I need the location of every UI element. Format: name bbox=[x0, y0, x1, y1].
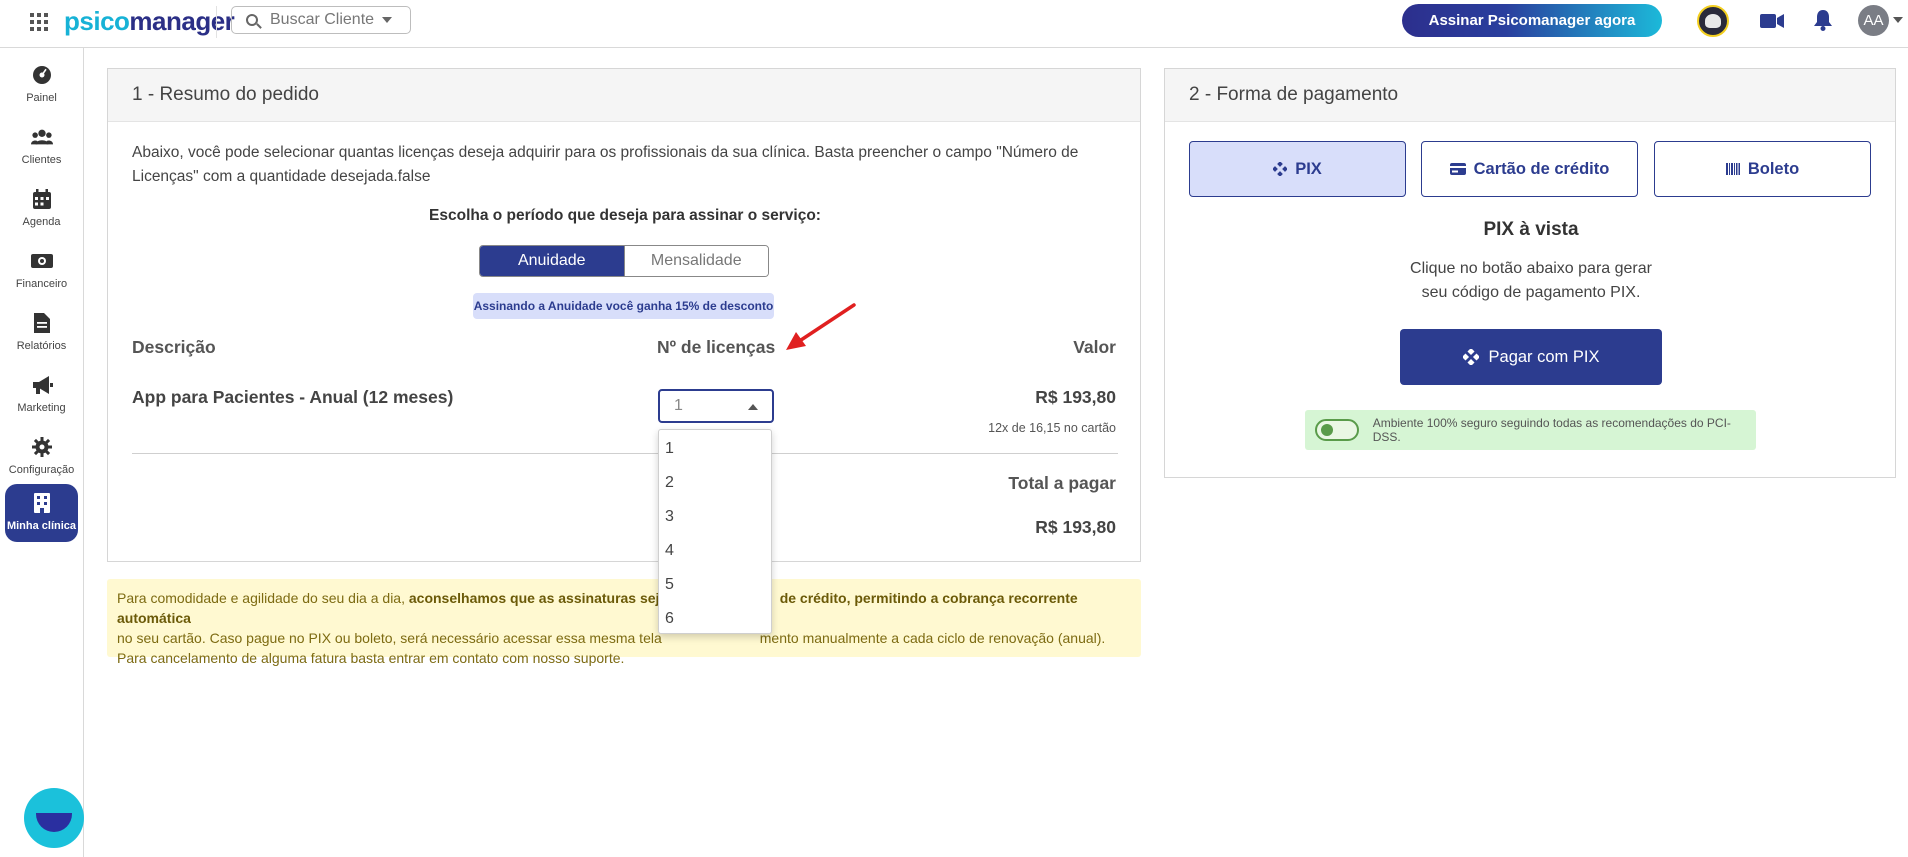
column-header-value: Valor bbox=[1073, 337, 1116, 357]
dropdown-option[interactable]: 4 bbox=[659, 534, 771, 568]
intro-text: Abaixo, você pode selecionar quantas lic… bbox=[132, 144, 1079, 185]
payment-method-panel: 2 - Forma de pagamento PIX Cartão de cré… bbox=[1164, 68, 1896, 478]
column-header-description: Descrição bbox=[132, 337, 216, 357]
sidebar-item-label: Marketing bbox=[17, 402, 66, 414]
dropdown-option[interactable]: 6 bbox=[659, 602, 771, 636]
column-header-licenses: Nº de licenças bbox=[657, 337, 776, 357]
chat-support-icon[interactable] bbox=[24, 788, 84, 848]
item-description: App para Pacientes - Anual (12 meses) bbox=[132, 387, 454, 407]
divider bbox=[216, 6, 217, 38]
payment-method-pix-button[interactable]: PIX bbox=[1189, 141, 1406, 197]
notice-bold-text: aconselhamos que as assinaturas sejam bbox=[408, 590, 680, 606]
users-icon bbox=[30, 126, 53, 148]
subscribe-button[interactable]: Assinar Psicomanager agora bbox=[1402, 4, 1662, 37]
recurring-billing-notice: Para comodidade e agilidade do seu dia a… bbox=[107, 579, 1141, 666]
pix-description: Clique no botão abaixo para gerar seu có… bbox=[1165, 257, 1897, 305]
payment-method-boleto-button[interactable]: Boleto bbox=[1654, 141, 1871, 197]
astronaut-avatar-icon[interactable] bbox=[1697, 5, 1729, 37]
dropdown-option[interactable]: 2 bbox=[659, 466, 771, 500]
megaphone-icon bbox=[31, 374, 53, 396]
secure-environment-note: Ambiente 100% seguro seguindo todas as r… bbox=[1305, 410, 1756, 450]
pix-title: PIX à vista bbox=[1483, 219, 1579, 240]
building-icon bbox=[31, 492, 53, 514]
licenses-select[interactable]: 1 bbox=[658, 389, 774, 423]
payment-method-label: PIX bbox=[1295, 159, 1322, 178]
pix-icon bbox=[1462, 349, 1479, 365]
notice-text: mento manualmente a cada ciclo de renova… bbox=[759, 630, 1106, 646]
period-question: Escolha o período que deseja para assina… bbox=[429, 207, 821, 224]
credit-card-icon bbox=[1449, 163, 1466, 175]
sidebar-item-marketing[interactable]: Marketing bbox=[5, 366, 78, 422]
sidebar-item-label: Relatórios bbox=[16, 340, 67, 352]
sidebar-item-label: Clientes bbox=[21, 154, 62, 166]
payment-method-card-button[interactable]: Cartão de crédito bbox=[1421, 141, 1638, 197]
panel-title: 2 - Forma de pagamento bbox=[1165, 69, 1895, 122]
pix-description-line: seu código de pagamento PIX. bbox=[1421, 284, 1641, 301]
notice-text: no seu cartão. Caso pague no PIX ou bole… bbox=[117, 630, 662, 646]
total-value: R$ 193,80 bbox=[1035, 517, 1116, 537]
dropdown-option[interactable]: 3 bbox=[659, 500, 771, 534]
sidebar-item-minha-clinica[interactable]: Minha clínica bbox=[5, 484, 78, 542]
calendar-icon bbox=[31, 188, 53, 210]
pay-with-pix-button[interactable]: Pagar com PIX bbox=[1400, 329, 1662, 385]
period-option-anuidade[interactable]: Anuidade bbox=[480, 246, 624, 276]
chevron-down-icon bbox=[382, 17, 393, 23]
apps-grid-icon[interactable] bbox=[30, 13, 48, 31]
secure-note-text: Ambiente 100% seguro seguindo todas as r… bbox=[1372, 416, 1731, 444]
bell-icon[interactable] bbox=[1813, 9, 1833, 31]
annotation-arrow-icon bbox=[786, 303, 856, 350]
dashboard-icon bbox=[31, 64, 53, 86]
sidebar-item-label: Painel bbox=[26, 92, 57, 104]
licenses-select-value: 1 bbox=[674, 397, 683, 414]
sidebar-item-label: Financeiro bbox=[15, 278, 68, 290]
sidebar-item-label: Minha clínica bbox=[6, 520, 77, 532]
period-toggle: Anuidade Mensalidade bbox=[479, 245, 769, 277]
discount-badge: Assinando a Anuidade você ganha 15% de d… bbox=[473, 293, 774, 319]
logo[interactable]: psicomanager bbox=[64, 6, 235, 37]
dropdown-option[interactable]: 1 bbox=[659, 432, 771, 466]
order-summary-panel: 1 - Resumo do pedido Abaixo, você pode s… bbox=[107, 68, 1141, 562]
top-bar: psicomanager Buscar Cliente Assinar Psic… bbox=[0, 0, 1908, 48]
sidebar-item-label: Agenda bbox=[22, 216, 61, 228]
panel-title: 1 - Resumo do pedido bbox=[108, 69, 1140, 122]
sidebar: Painel Clientes Agenda Financeiro Relató… bbox=[0, 48, 84, 857]
period-option-mensalidade[interactable]: Mensalidade bbox=[623, 246, 768, 276]
notice-text: Para comodidade e agilidade do seu dia a… bbox=[117, 590, 409, 606]
pix-description-line: Clique no botão abaixo para gerar bbox=[1410, 260, 1652, 277]
sidebar-item-painel[interactable]: Painel bbox=[5, 56, 78, 112]
gear-icon bbox=[31, 436, 53, 458]
payment-method-label: Boleto bbox=[1747, 159, 1800, 178]
money-icon bbox=[30, 250, 53, 272]
notice-text: Para cancelamento de alguma fatura basta… bbox=[117, 650, 625, 666]
search-placeholder: Buscar Cliente bbox=[270, 11, 375, 28]
video-camera-icon[interactable] bbox=[1760, 13, 1784, 29]
payment-method-label: Cartão de crédito bbox=[1473, 159, 1610, 178]
sidebar-item-agenda[interactable]: Agenda bbox=[5, 180, 78, 236]
sidebar-item-label: Configuração bbox=[8, 464, 75, 476]
barcode-icon bbox=[1725, 163, 1740, 175]
sidebar-item-relatorios[interactable]: Relatórios bbox=[5, 304, 78, 360]
total-label: Total a pagar bbox=[1008, 473, 1116, 493]
pix-icon bbox=[1273, 162, 1288, 176]
divider bbox=[132, 453, 1118, 454]
sidebar-item-clientes[interactable]: Clientes bbox=[5, 118, 78, 174]
secure-lock-icon bbox=[1315, 419, 1359, 441]
report-icon bbox=[31, 312, 53, 334]
user-avatar[interactable]: AA bbox=[1858, 5, 1889, 36]
chevron-up-icon bbox=[748, 404, 758, 410]
dropdown-option[interactable]: 5 bbox=[659, 568, 771, 602]
chevron-down-icon[interactable] bbox=[1893, 17, 1903, 23]
search-client-dropdown[interactable]: Buscar Cliente bbox=[231, 6, 411, 34]
sidebar-item-configuracao[interactable]: Configuração bbox=[5, 428, 78, 484]
item-price: R$ 193,80 bbox=[1035, 387, 1116, 407]
licenses-dropdown-list: 1 2 3 4 5 6 bbox=[658, 429, 772, 634]
pay-with-pix-label: Pagar com PIX bbox=[1488, 347, 1600, 366]
search-icon bbox=[246, 14, 258, 26]
installments-text: 12x de 16,15 no cartão bbox=[988, 421, 1116, 435]
sidebar-item-financeiro[interactable]: Financeiro bbox=[5, 242, 78, 298]
